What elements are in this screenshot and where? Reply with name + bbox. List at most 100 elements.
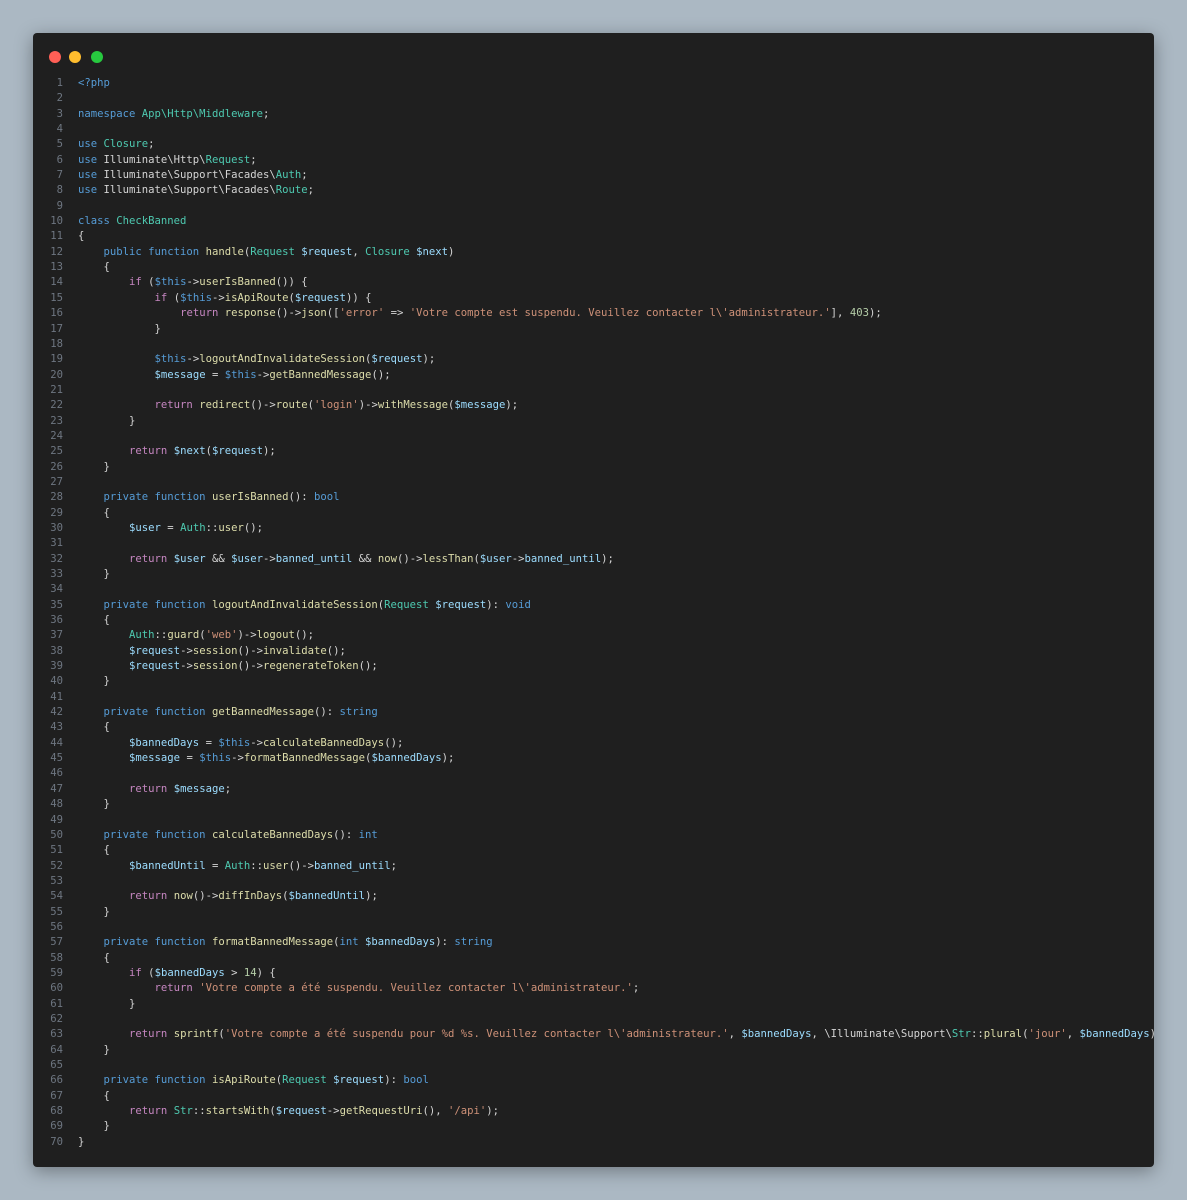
code-text: return now()->diffInDays($bannedUntil); bbox=[78, 889, 378, 904]
code-token: => bbox=[384, 307, 410, 320]
code-token: Closure bbox=[365, 245, 417, 258]
code-window: 1 <?php 2 3 namespace App\Http\Middleware; 4 5… bbox=[33, 33, 1154, 1167]
line-number: 37 bbox=[50, 629, 63, 642]
close-window-button[interactable] bbox=[49, 51, 61, 63]
code-line: 26 } bbox=[33, 460, 1154, 475]
code-token: $request bbox=[275, 1105, 327, 1118]
code-token: )-> bbox=[237, 629, 257, 642]
line-number: 26 bbox=[50, 460, 63, 473]
code-token: :: bbox=[205, 521, 219, 534]
code-line: 58 { bbox=[33, 951, 1154, 966]
code-text: $bannedUntil = Auth::user()->banned_unti… bbox=[78, 859, 397, 874]
code-token: return bbox=[129, 1105, 174, 1118]
minimize-window-button[interactable] bbox=[69, 51, 81, 63]
code-token: ; bbox=[250, 153, 257, 166]
line-number: 65 bbox=[50, 1059, 63, 1071]
line-number: 29 bbox=[50, 506, 63, 519]
code-token: $next bbox=[416, 245, 448, 258]
line-number: 42 bbox=[50, 706, 63, 719]
code-text: namespace App\Http\Middleware; bbox=[78, 107, 269, 122]
maximize-window-button[interactable] bbox=[91, 51, 103, 63]
code-token: regenerateToken bbox=[263, 660, 359, 673]
line-number: 61 bbox=[50, 997, 63, 1010]
code-token: (): bbox=[288, 491, 315, 504]
code-token: (); bbox=[243, 521, 263, 534]
code-text: } bbox=[78, 674, 110, 689]
code-text: return Str::startsWith($request->getRequ… bbox=[78, 1104, 499, 1119]
code-token: getBannedMessage bbox=[211, 706, 315, 719]
code-token: = bbox=[180, 752, 200, 765]
code-line: 31 bbox=[33, 536, 1154, 551]
code-token: } bbox=[78, 1135, 85, 1148]
code-token: ): bbox=[435, 936, 455, 949]
code-line: 22 return redirect()->route('login')->wi… bbox=[33, 398, 1154, 413]
code-token: $this bbox=[218, 736, 251, 749]
line-number: 38 bbox=[50, 644, 63, 657]
code-token: Auth bbox=[180, 521, 206, 534]
code-text: $bannedDays = $this->calculateBannedDays… bbox=[78, 736, 403, 751]
code-line: 55 } bbox=[33, 905, 1154, 920]
code-token: { bbox=[78, 614, 110, 627]
code-line: 27 bbox=[33, 475, 1154, 490]
line-number: 7 bbox=[56, 169, 63, 182]
code-line: 38 $request->session()->invalidate(); bbox=[33, 644, 1154, 659]
code-token: $bannedUntil bbox=[129, 859, 206, 872]
line-number: 1 bbox=[56, 77, 63, 89]
code-line: 8 use Illuminate\Support\Facades\Route; bbox=[33, 183, 1154, 198]
line-number: 3 bbox=[56, 107, 63, 120]
code-token: 'Votre compte a été suspendu pour %d %s.… bbox=[224, 1028, 729, 1041]
code-token: private function bbox=[103, 1074, 212, 1087]
line-number: 35 bbox=[50, 598, 63, 611]
code-token: } bbox=[78, 1043, 110, 1056]
line-number: 40 bbox=[50, 675, 63, 688]
code-text: } bbox=[78, 997, 135, 1012]
code-token: -> bbox=[231, 752, 244, 765]
code-token: now bbox=[377, 552, 397, 565]
line-number: 12 bbox=[50, 245, 63, 258]
code-token: return bbox=[154, 982, 200, 995]
line-number: 47 bbox=[50, 782, 63, 795]
code-token: Auth bbox=[129, 629, 155, 642]
code-line: 60 return 'Votre compte a été suspendu. … bbox=[33, 981, 1154, 996]
code-token: calculateBannedDays bbox=[211, 828, 334, 841]
code-line: 59 if ($bannedDays > 14) { bbox=[33, 966, 1154, 981]
code-text: return $next($request); bbox=[78, 444, 276, 459]
code-token: withMessage bbox=[377, 399, 448, 412]
line-number: 36 bbox=[50, 614, 63, 627]
line-number: 52 bbox=[50, 859, 63, 872]
code-text: { bbox=[78, 1089, 110, 1104]
code-token: (); bbox=[294, 629, 315, 642]
code-token: $bannedDays bbox=[365, 936, 436, 949]
code-token: banned_until bbox=[314, 859, 391, 872]
code-token: ): bbox=[486, 598, 506, 611]
code-token: ); bbox=[505, 399, 519, 412]
code-text: use Illuminate\Support\Facades\Auth; bbox=[78, 168, 308, 183]
code-line: 51 { bbox=[33, 843, 1154, 858]
code-text: } bbox=[78, 322, 161, 337]
line-number: 64 bbox=[50, 1043, 63, 1056]
code-token: $bannedDays bbox=[129, 736, 200, 749]
code-token: $message bbox=[454, 399, 506, 412]
code-line: 5 use Closure; bbox=[33, 137, 1154, 152]
code-line: 20 $message = $this->getBannedMessage(); bbox=[33, 368, 1154, 383]
code-token: } bbox=[78, 568, 110, 580]
code-text: $request->session()->regenerateToken(); bbox=[78, 659, 378, 674]
code-text: private function getBannedMessage(): str… bbox=[78, 705, 378, 720]
code-text: private function formatBannedMessage(int… bbox=[78, 935, 493, 950]
code-token: } bbox=[78, 997, 136, 1010]
code-token: Request bbox=[282, 1074, 334, 1087]
code-token: (); bbox=[371, 368, 391, 381]
line-number: 25 bbox=[50, 445, 63, 458]
code-text: if ($bannedDays > 14) { bbox=[78, 966, 276, 981]
code-token: ()-> bbox=[396, 552, 423, 565]
code-line: 35 private function logoutAndInvalidateS… bbox=[33, 598, 1154, 613]
code-token: Illuminate\Support\Facades\ bbox=[103, 169, 276, 182]
code-line: 45 $message = $this->formatBannedMessage… bbox=[33, 751, 1154, 766]
code-token: private function bbox=[103, 598, 212, 611]
code-token: use bbox=[78, 184, 104, 197]
code-token: $request bbox=[333, 1074, 385, 1087]
